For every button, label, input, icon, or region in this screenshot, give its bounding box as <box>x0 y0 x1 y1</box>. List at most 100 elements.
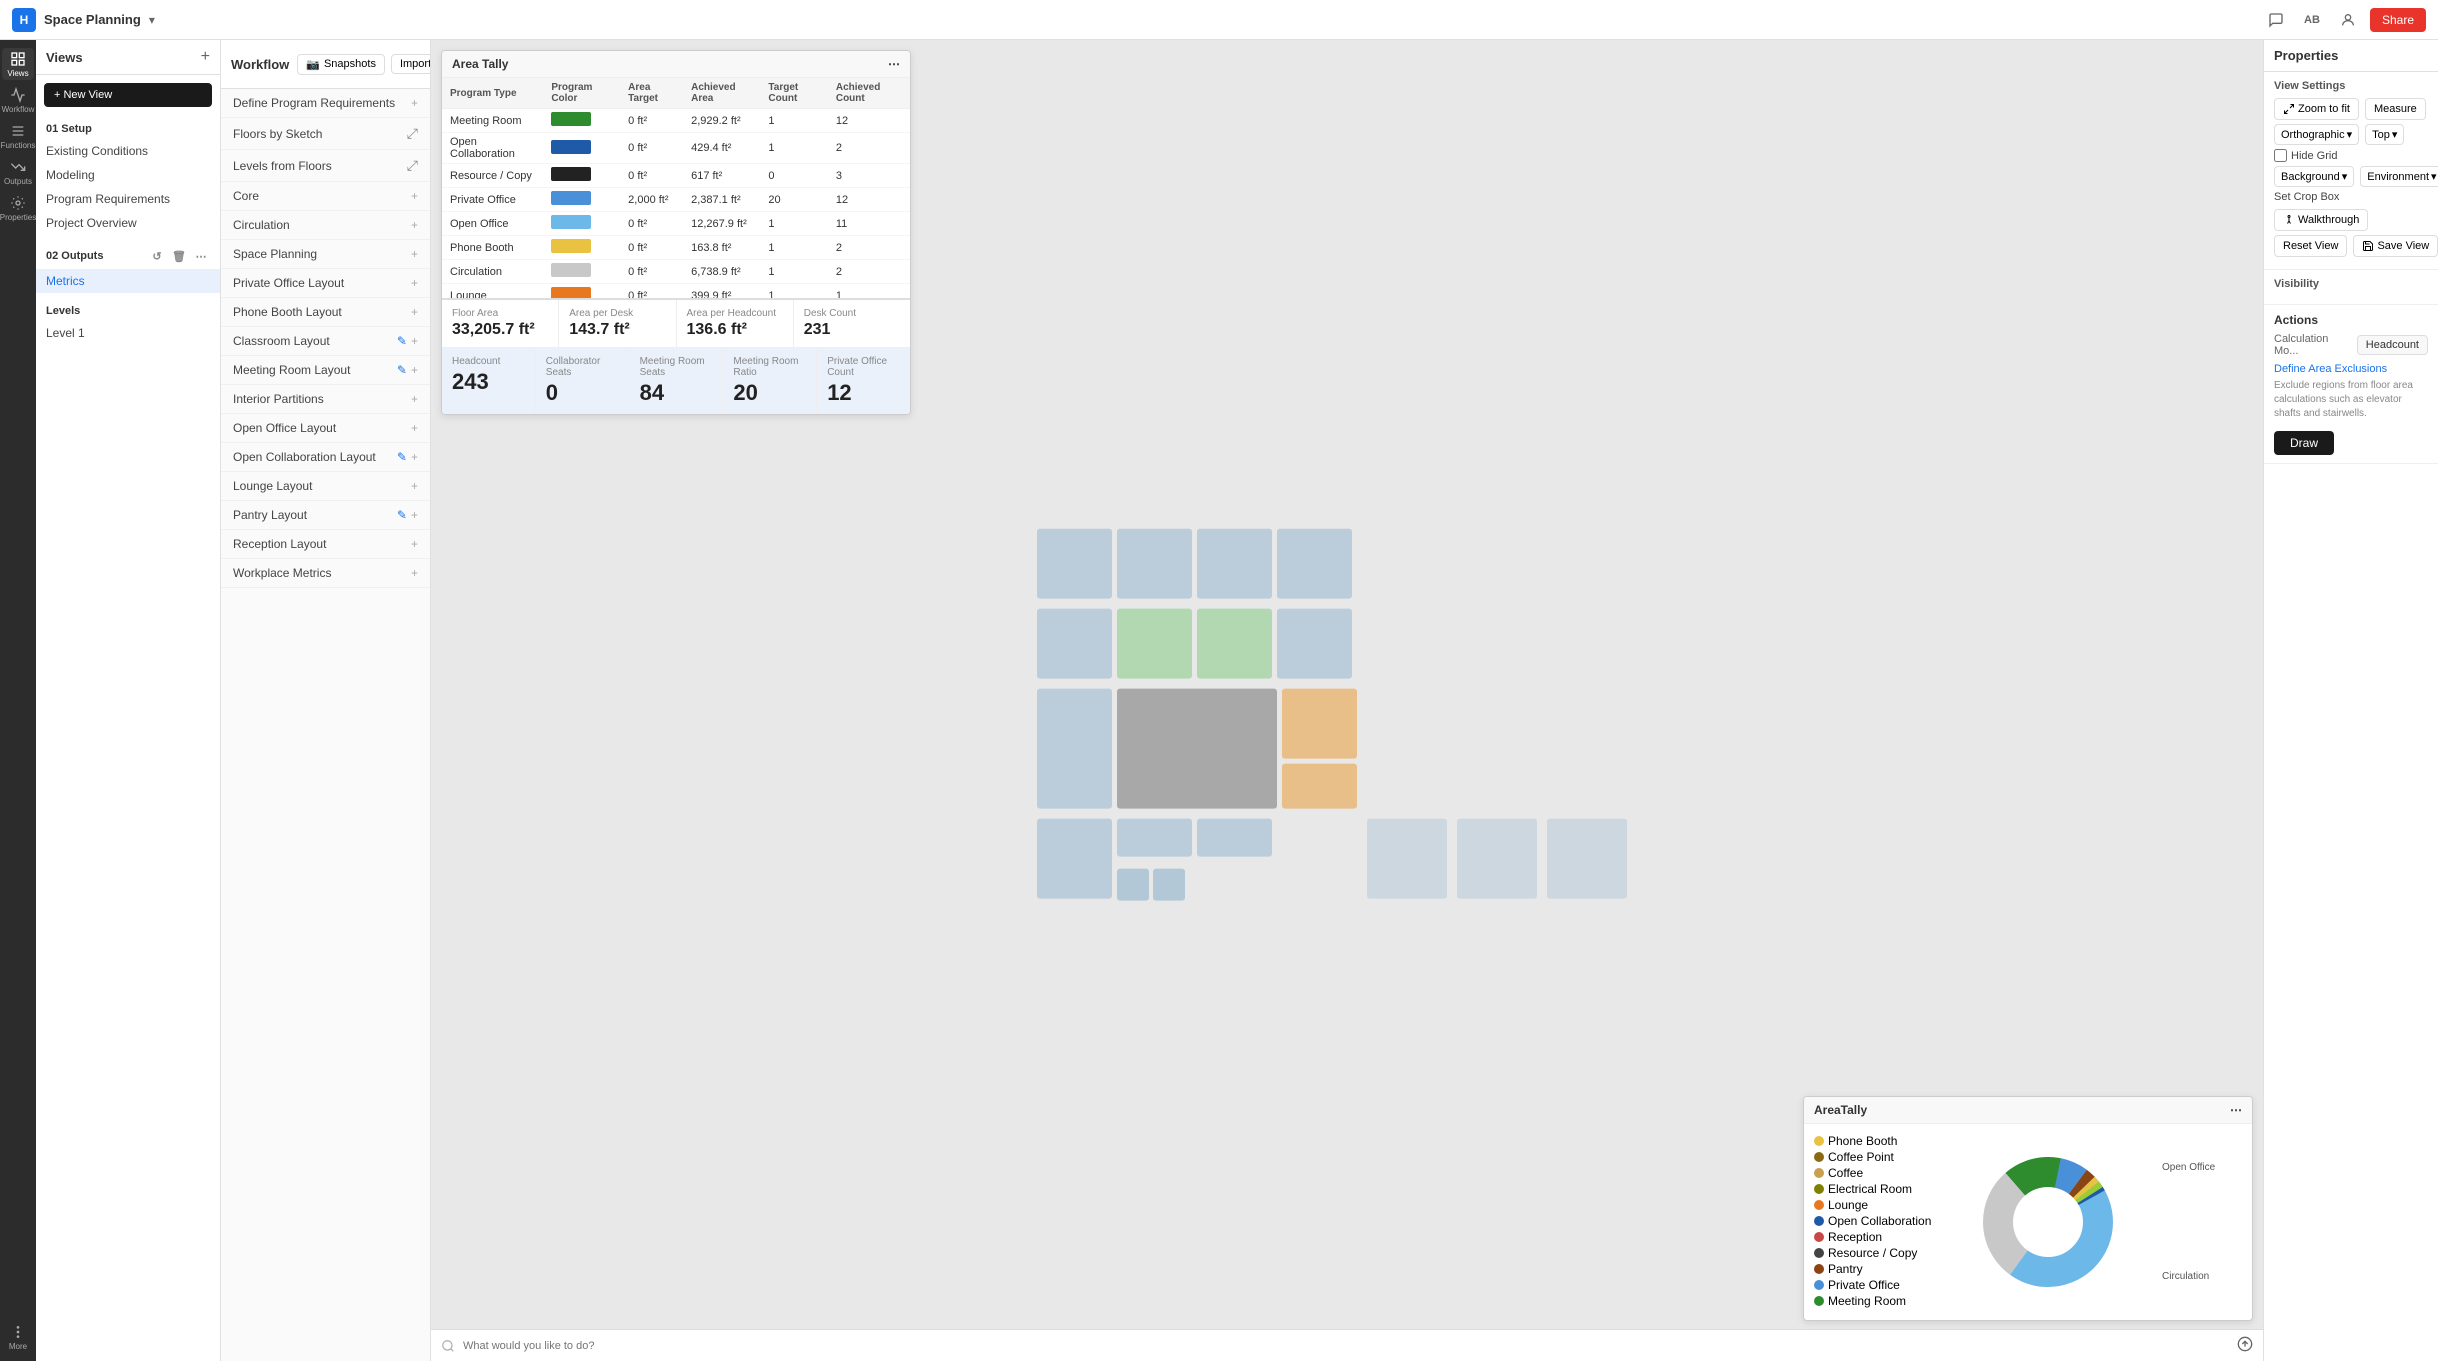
col-program-type: Program Type <box>442 78 543 109</box>
icon-bar-functions[interactable]: Functions <box>2 120 34 152</box>
donut-chart <box>1944 1152 2152 1292</box>
area-per-headcount-metric: Area per Headcount 136.6 ft² <box>677 300 794 347</box>
table-row: Phone Booth 0 ft² 163.8 ft² 1 2 <box>442 236 910 260</box>
icon-bar-views[interactable]: Views <box>2 48 34 80</box>
ai-input[interactable] <box>463 1340 2229 1352</box>
donut-more-icon[interactable]: ⋯ <box>2230 1103 2242 1117</box>
ai-send-icon[interactable] <box>2237 1336 2253 1355</box>
col-achieved-count: Achieved Count <box>828 78 910 109</box>
table-row: Lounge 0 ft² 399.9 ft² 1 1 <box>442 284 910 299</box>
meeting-room-seats-metric: Meeting Room Seats 84 <box>630 348 724 414</box>
views-panel: Views + + New View 01 Setup Existing Con… <box>36 40 221 1361</box>
desk-count-metric: Desk Count 231 <box>794 300 910 347</box>
table-row: Private Office 2,000 ft² 2,387.1 ft² 20 … <box>442 188 910 212</box>
properties-panel: Properties View Settings Zoom to fit Mea… <box>2263 40 2438 1361</box>
zoom-to-fit-button[interactable]: Zoom to fit <box>2274 98 2359 120</box>
workflow-item-reception[interactable]: Reception Layout + <box>221 530 430 559</box>
icon-bar: Views Workflow Functions Outputs Propert… <box>0 40 36 1361</box>
nav-existing-conditions[interactable]: Existing Conditions <box>36 139 220 163</box>
workflow-item-open-office[interactable]: Open Office Layout + <box>221 414 430 443</box>
nav-modeling[interactable]: Modeling <box>36 163 220 187</box>
col-achieved-area: Achieved Area <box>683 78 760 109</box>
area-tally-table: Program Type Program Color Area Target A… <box>442 78 910 298</box>
area-tally-more-icon[interactable]: ⋯ <box>888 57 900 71</box>
calc-mode-value: Headcount <box>2357 335 2428 355</box>
background-dropdown[interactable]: Background ▾ <box>2274 166 2354 187</box>
measure-button[interactable]: Measure <box>2365 98 2426 120</box>
environment-dropdown[interactable]: Environment ▾ <box>2360 166 2438 187</box>
hide-grid-row: Hide Grid <box>2274 149 2428 162</box>
outputs-more-icon[interactable]: ⋯ <box>192 247 210 265</box>
workflow-item-private-office[interactable]: Private Office Layout + <box>221 269 430 298</box>
calc-mode-label: Calculation Mo... <box>2274 333 2351 357</box>
icon-bar-more[interactable]: More <box>2 1321 34 1353</box>
walkthrough-button[interactable]: Walkthrough <box>2274 209 2368 231</box>
icon-bar-outputs[interactable]: Outputs <box>2 156 34 188</box>
workflow-item-levels[interactable]: Levels from Floors ⤢ <box>221 150 430 182</box>
floor-area-metric: Floor Area 33,205.7 ft² <box>442 300 559 347</box>
views-add-icon[interactable]: + <box>201 48 210 66</box>
donut-legend-right: Open Office Circulation <box>2162 1162 2242 1282</box>
table-row: Resource / Copy 0 ft² 617 ft² 0 3 <box>442 164 910 188</box>
save-view-button[interactable]: Save View <box>2353 235 2438 257</box>
area-per-desk-metric: Area per Desk 143.7 ft² <box>559 300 676 347</box>
table-row: Open Collaboration 0 ft² 429.4 ft² 1 2 <box>442 133 910 164</box>
workflow-header: Workflow 📷 Snapshots Import + Add Functi… <box>221 40 430 89</box>
workflow-item-space-planning[interactable]: Space Planning + <box>221 240 430 269</box>
nav-project-overview[interactable]: Project Overview <box>36 211 220 235</box>
ab-test-icon[interactable]: AB <box>2298 6 2326 34</box>
area-tally-donut-panel: AreaTally ⋯ Phone Booth Coffee Point Cof… <box>1803 1096 2253 1321</box>
workflow-item-define[interactable]: Define Program Requirements + <box>221 89 430 118</box>
import-button[interactable]: Import <box>391 54 431 74</box>
hide-grid-checkbox[interactable] <box>2274 149 2287 162</box>
table-row: Meeting Room 0 ft² 2,929.2 ft² 1 12 <box>442 109 910 133</box>
workflow-item-open-collab[interactable]: Open Collaboration Layout ✎ + <box>221 443 430 472</box>
views-panel-title: Views <box>46 50 83 65</box>
app-title: Space Planning <box>44 12 141 27</box>
icon-bar-properties[interactable]: Properties <box>2 192 34 224</box>
workflow-item-workplace-metrics[interactable]: Workplace Metrics + <box>221 559 430 588</box>
share-button[interactable]: Share <box>2370 8 2426 32</box>
snapshots-button[interactable]: 📷 Snapshots <box>297 54 385 75</box>
main-canvas-area: Area Tally ⋯ Program Type Program Color … <box>431 40 2263 1361</box>
outputs-edit-icon[interactable]: ↺ <box>148 247 166 265</box>
icon-bar-workflow[interactable]: Workflow <box>2 84 34 116</box>
workflow-item-core[interactable]: Core + <box>221 182 430 211</box>
workflow-item-pantry[interactable]: Pantry Layout ✎ + <box>221 501 430 530</box>
section-01-setup-header: 01 Setup <box>36 119 220 139</box>
walkthrough-icon <box>2283 214 2295 226</box>
properties-panel-header: Properties <box>2264 40 2438 72</box>
workflow-item-lounge[interactable]: Lounge Layout + <box>221 472 430 501</box>
workflow-item-phone-booth[interactable]: Phone Booth Layout + <box>221 298 430 327</box>
workflow-title: Workflow <box>231 57 289 72</box>
nav-program-requirements[interactable]: Program Requirements <box>36 187 220 211</box>
user-icon[interactable] <box>2334 6 2362 34</box>
workflow-item-floors-sketch[interactable]: Floors by Sketch ⤢ <box>221 118 430 150</box>
draw-button[interactable]: Draw <box>2274 431 2334 455</box>
workflow-item-circulation[interactable]: Circulation + <box>221 211 430 240</box>
nav-metrics[interactable]: Metrics <box>36 269 220 293</box>
outputs-delete-icon[interactable]: 🗑 <box>170 247 188 265</box>
new-view-button[interactable]: + New View <box>44 83 212 107</box>
area-tally-panel: Area Tally ⋯ Program Type Program Color … <box>441 50 911 415</box>
nav-level-1[interactable]: Level 1 <box>36 321 220 345</box>
floor-plan-canvas[interactable] <box>1037 528 1657 911</box>
collaborator-seats-metric: Collaborator Seats 0 <box>536 348 630 414</box>
orthographic-dropdown[interactable]: Orthographic ▾ <box>2274 124 2359 145</box>
top-bar: H Space Planning ▾ AB Share <box>0 0 2438 40</box>
comment-icon[interactable] <box>2262 6 2290 34</box>
title-dropdown-icon[interactable]: ▾ <box>149 13 155 27</box>
actions-title: Actions <box>2274 313 2428 327</box>
actions-section: Actions Calculation Mo... Headcount Defi… <box>2264 305 2438 464</box>
bottom-input-bar <box>431 1329 2263 1361</box>
col-target-count: Target Count <box>760 78 827 109</box>
workflow-item-meeting-room[interactable]: Meeting Room Layout ✎ + <box>221 356 430 385</box>
metrics-row-2: Headcount 243 Collaborator Seats 0 Meeti… <box>442 347 910 414</box>
define-area-exclusions-link[interactable]: Define Area Exclusions <box>2274 363 2428 375</box>
workflow-item-classroom[interactable]: Classroom Layout ✎ + <box>221 327 430 356</box>
col-program-color: Program Color <box>543 78 620 109</box>
top-dropdown[interactable]: Top ▾ <box>2365 124 2404 145</box>
workflow-item-interior-partitions[interactable]: Interior Partitions + <box>221 385 430 414</box>
reset-view-button[interactable]: Reset View <box>2274 235 2347 257</box>
section-02-outputs: 02 Outputs ↺ 🗑 ⋯ Metrics <box>36 243 220 293</box>
